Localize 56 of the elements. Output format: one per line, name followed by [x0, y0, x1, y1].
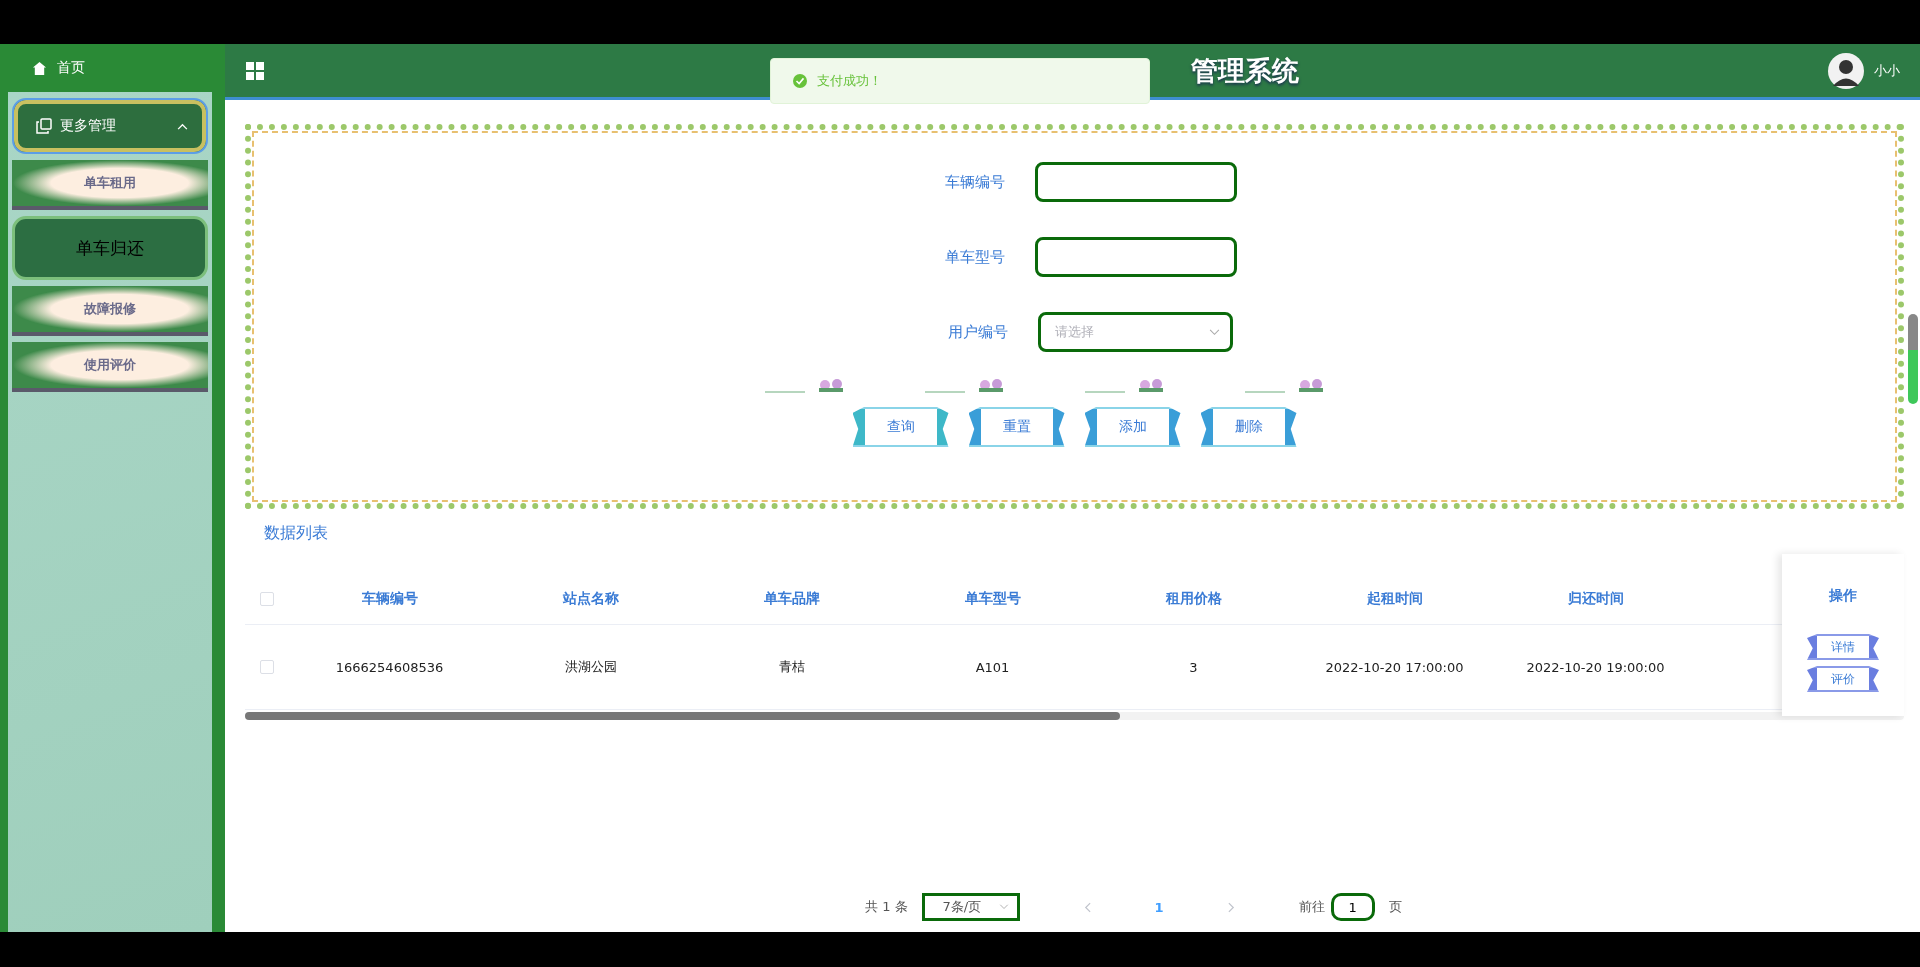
page-number[interactable]: 1	[1154, 899, 1164, 915]
field-label: 用户编号	[947, 322, 1008, 342]
app-title: 管理系统	[1191, 53, 1299, 88]
toast-message: 支付成功！	[817, 72, 882, 90]
avatar-icon[interactable]	[1828, 52, 1864, 89]
goto-label: 前往	[1298, 898, 1325, 916]
page-input[interactable]: 1	[1330, 893, 1375, 921]
home-icon	[32, 60, 47, 76]
list-title: 数据列表	[264, 523, 329, 544]
chevron-down-icon	[1209, 328, 1220, 336]
ribbon-button[interactable]: 评价	[1807, 666, 1879, 692]
caret-icon	[177, 122, 188, 130]
checkbox[interactable]	[260, 660, 274, 674]
check-circle-icon	[793, 74, 807, 88]
page-size-select[interactable]: 7条/页	[921, 893, 1020, 921]
column-header: 站点名称	[561, 590, 620, 608]
home-menu-item[interactable]: 首页	[0, 44, 225, 92]
column-header: 操作	[1829, 586, 1857, 605]
ribbon-button[interactable]: 详情	[1807, 634, 1879, 660]
table-cell-text: 3	[1188, 659, 1199, 675]
previous-page-icon[interactable]	[1083, 901, 1091, 913]
field-label: 车辆编号	[943, 172, 1005, 192]
input-field[interactable]	[1034, 162, 1237, 202]
column-header: 归还时间	[1566, 590, 1625, 608]
input-field[interactable]	[1034, 237, 1237, 277]
grid-icon[interactable]	[245, 60, 265, 81]
table-cell-text: 青桔	[777, 658, 806, 676]
menu-group[interactable]: 更多管理	[12, 98, 208, 154]
submenu-item[interactable]: 故障报修	[12, 286, 208, 336]
submenu-item[interactable]: 单车归还	[12, 216, 208, 280]
scrollbar-thumb[interactable]	[245, 712, 1120, 720]
column-header: 租用价格	[1164, 590, 1223, 608]
table-cell-text: 2022-10-20 19:00:00	[1525, 659, 1666, 675]
page-suffix: 页	[1388, 898, 1402, 916]
column-header: 单车型号	[963, 590, 1022, 608]
submenu-item[interactable]: 单车租用	[12, 160, 208, 210]
ribbon-button[interactable]: 添加	[1084, 407, 1181, 447]
table-cell-text: A101	[974, 659, 1011, 675]
scrollbar-thumb[interactable]	[1908, 314, 1918, 404]
ribbon-button[interactable]: 删除	[1200, 407, 1297, 447]
column-header: 车辆编号	[360, 590, 419, 608]
column-header: 起租时间	[1365, 590, 1424, 608]
next-page-icon[interactable]	[1227, 901, 1235, 913]
table-cell-text: 2022-10-20 17:00:00	[1324, 659, 1465, 675]
table-cell-text: 洪湖公园	[563, 658, 618, 676]
column-header: 单车品牌	[762, 590, 821, 608]
table-cell-text: 1666254608536	[334, 659, 445, 675]
copy-icon	[36, 118, 52, 134]
chevron-down-icon	[998, 904, 1009, 910]
checkbox[interactable]	[260, 592, 274, 606]
ribbon-button[interactable]: 重置	[968, 407, 1065, 447]
user-name[interactable]: 小小	[1874, 61, 1900, 80]
ribbon-button[interactable]: 查询	[852, 407, 949, 447]
total-count: 共 1 条	[865, 898, 908, 916]
field-label: 单车型号	[943, 247, 1005, 267]
submenu-item[interactable]: 使用评价	[12, 342, 208, 392]
